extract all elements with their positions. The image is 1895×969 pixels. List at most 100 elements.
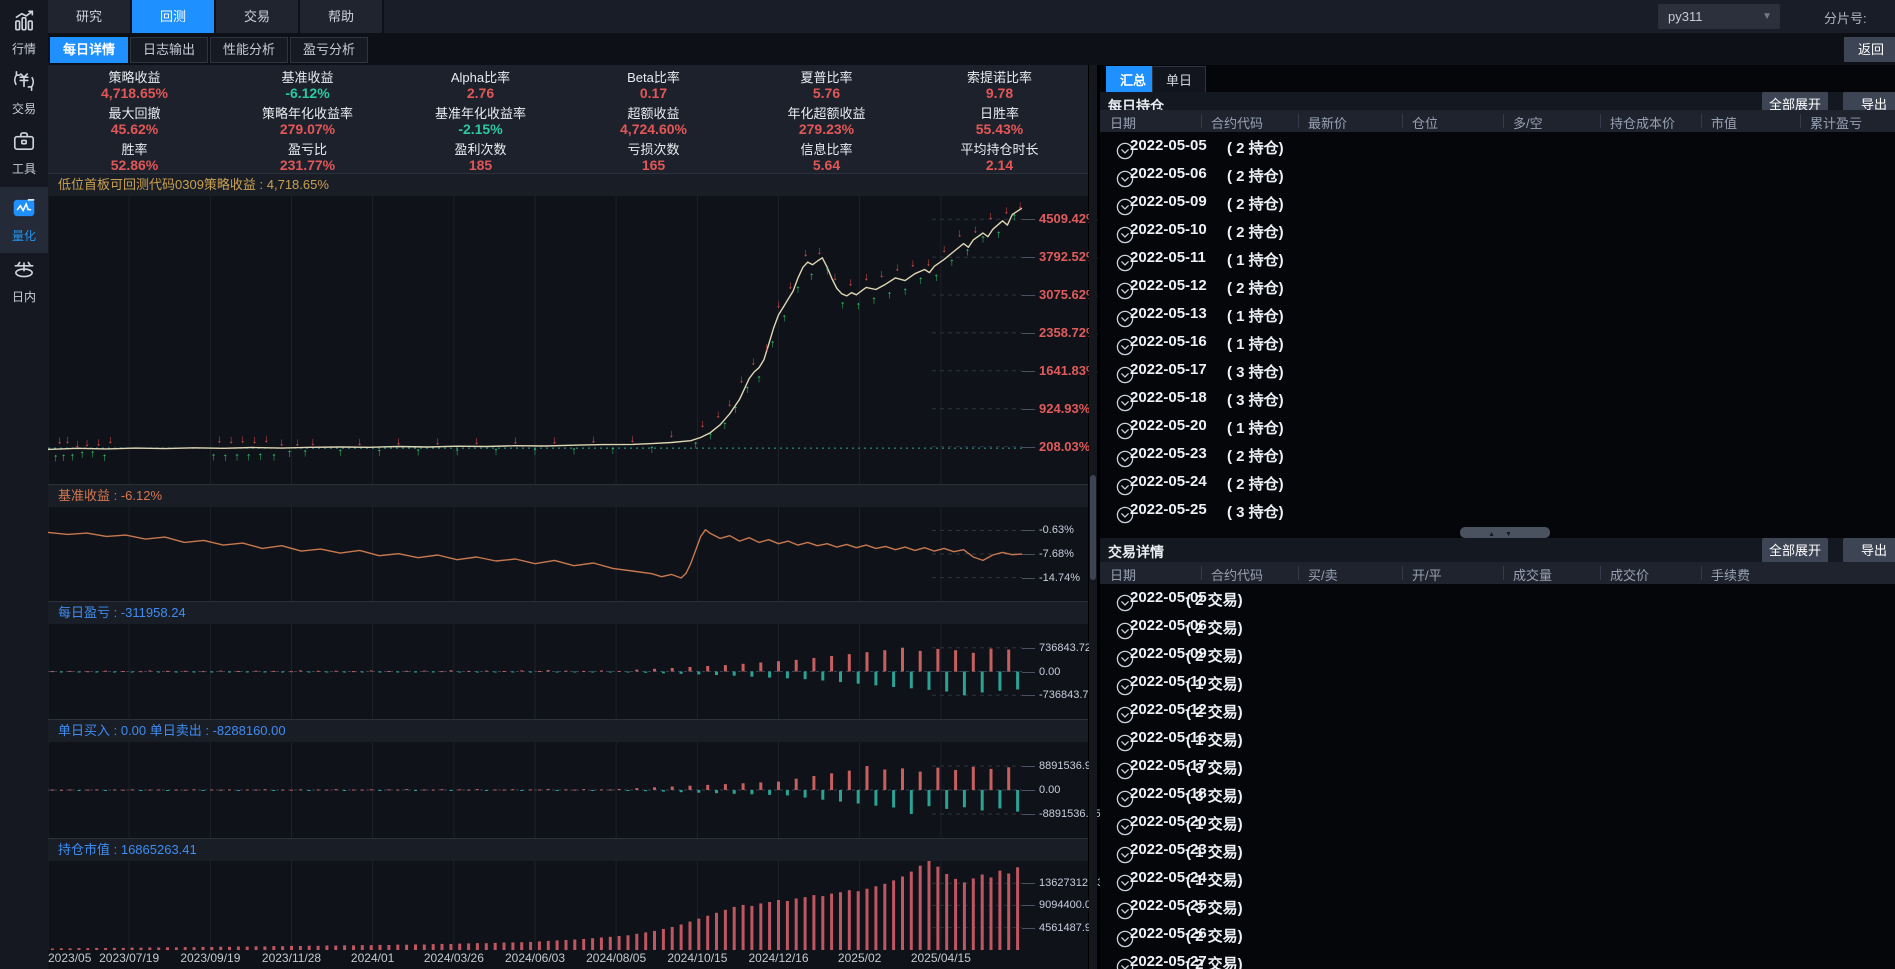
svg-text:↑: ↑ bbox=[234, 451, 240, 463]
sidebar-item-工具[interactable]: 工具 bbox=[0, 128, 48, 177]
holding-row[interactable]: 2022-05-05( 2 持仓) bbox=[1100, 132, 1895, 160]
svg-text:↑: ↑ bbox=[965, 246, 971, 258]
tables-splitter[interactable]: ▲▼ bbox=[1460, 527, 1550, 538]
row-date: 2022-05-16 bbox=[1130, 333, 1207, 350]
svg-text:↓: ↓ bbox=[879, 268, 885, 280]
svg-text:↑: ↑ bbox=[302, 447, 308, 459]
column-header-手续费: 手续费 bbox=[1711, 565, 1750, 584]
menu-item-交易[interactable]: 交易 bbox=[216, 0, 300, 33]
holding-row[interactable]: 2022-05-10( 2 持仓) bbox=[1100, 216, 1895, 244]
trade-row[interactable]: 2022-05-09( 2 交易) bbox=[1100, 640, 1895, 668]
trade-row[interactable]: 2022-05-23( 1 交易) bbox=[1100, 836, 1895, 864]
svg-text:↑: ↑ bbox=[211, 451, 217, 463]
row-count: ( 1 交易) bbox=[1186, 813, 1243, 834]
holding-row[interactable]: 2022-05-06( 2 持仓) bbox=[1100, 160, 1895, 188]
row-count: ( 2 持仓) bbox=[1227, 137, 1284, 158]
svg-text:↓: ↓ bbox=[750, 356, 756, 368]
trade-row[interactable]: 2022-05-18( 3 交易) bbox=[1100, 780, 1895, 808]
trade-row[interactable]: 2022-05-20( 1 交易) bbox=[1100, 808, 1895, 836]
trade-row[interactable]: 2022-05-27( 2 交易) bbox=[1100, 948, 1895, 969]
x-axis-label: 2023/09/19 bbox=[180, 951, 240, 965]
chart-plot-position-value[interactable] bbox=[48, 861, 1022, 950]
trade-row[interactable]: 2022-05-17( 3 交易) bbox=[1100, 752, 1895, 780]
stat-夏普比率: 夏普比率5.76 bbox=[740, 70, 913, 102]
sidebar-item-label: 量化 bbox=[0, 227, 48, 244]
stat-策略收益: 策略收益4,718.65% bbox=[48, 70, 221, 102]
column-header-合约代码: 合约代码 bbox=[1211, 113, 1263, 132]
tab-盈亏分析[interactable]: 盈亏分析 bbox=[290, 37, 368, 63]
holding-row[interactable]: 2022-05-25( 3 持仓) bbox=[1100, 496, 1895, 524]
y-tick-mark bbox=[1022, 219, 1035, 220]
shard-label: 分片号: bbox=[1824, 8, 1867, 27]
trade-row[interactable]: 2022-05-10( 1 交易) bbox=[1100, 668, 1895, 696]
chart-plot-daily-pnl[interactable] bbox=[48, 624, 1022, 719]
sidebar-item-日内[interactable]: 日内 bbox=[0, 256, 48, 305]
chart-plot-benchmark-return[interactable] bbox=[48, 507, 1022, 601]
svg-text:↑: ↑ bbox=[571, 445, 577, 457]
chart-plot-daily-buy-sell[interactable] bbox=[48, 742, 1022, 838]
trade-row[interactable]: 2022-05-16( 1 交易) bbox=[1100, 724, 1895, 752]
x-axis-label: 2024/01 bbox=[351, 951, 394, 965]
stat-value: 4,718.65% bbox=[48, 85, 221, 102]
svg-text:↑: ↑ bbox=[61, 452, 67, 464]
intraday-icon bbox=[11, 269, 37, 286]
chart-vertical-scrollbar[interactable] bbox=[1089, 65, 1097, 969]
tab-性能分析[interactable]: 性能分析 bbox=[210, 37, 288, 63]
sidebar-item-交易[interactable]: 交易 bbox=[0, 68, 48, 117]
svg-text:↑: ↑ bbox=[856, 300, 862, 312]
quant-icon bbox=[11, 208, 37, 225]
holding-row[interactable]: 2022-05-20( 1 持仓) bbox=[1100, 412, 1895, 440]
x-axis-label: 2024/10/15 bbox=[667, 951, 727, 965]
holding-row[interactable]: 2022-05-18( 3 持仓) bbox=[1100, 384, 1895, 412]
holding-row[interactable]: 2022-05-12( 2 持仓) bbox=[1100, 272, 1895, 300]
trade-row[interactable]: 2022-05-24( 1 交易) bbox=[1100, 864, 1895, 892]
svg-text:↓: ↓ bbox=[474, 435, 480, 447]
holding-row[interactable]: 2022-05-24( 2 持仓) bbox=[1100, 468, 1895, 496]
chart-title-text: 持仓市值 : 16865263.41 bbox=[58, 842, 197, 857]
holding-row[interactable]: 2022-05-17( 3 持仓) bbox=[1100, 356, 1895, 384]
trade-row[interactable]: 2022-05-06( 2 交易) bbox=[1100, 612, 1895, 640]
svg-text:↓: ↓ bbox=[279, 436, 285, 448]
header-separator bbox=[1701, 566, 1702, 580]
back-button[interactable]: 返回 bbox=[1844, 37, 1895, 62]
trades-title: 交易详情 bbox=[1108, 542, 1164, 562]
x-axis-label: 2024/08/05 bbox=[586, 951, 646, 965]
trade-row[interactable]: 2022-05-26( 2 交易) bbox=[1100, 920, 1895, 948]
sidebar-item-量化[interactable]: 量化 bbox=[0, 195, 48, 244]
holding-row[interactable]: 2022-05-09( 2 持仓) bbox=[1100, 188, 1895, 216]
holding-row[interactable]: 2022-05-26( 2 持仓) bbox=[1100, 524, 1895, 526]
tab-日志输出[interactable]: 日志输出 bbox=[130, 37, 208, 63]
trades-export-button[interactable]: 导出 bbox=[1843, 538, 1895, 563]
chart-plot-strategy-return[interactable]: ↑↓↑↓↑↓↑↓↑↓↑↓↑↓↑↓↑↓↑↓↑↓↑↓↑↓↑↓↑↓↑↓↑↓↑↓↑↓↑↓… bbox=[48, 196, 1022, 484]
stat-超额收益: 超额收益4,724.60% bbox=[567, 106, 740, 138]
stat-value: 45.62% bbox=[48, 121, 221, 138]
header-separator bbox=[1800, 114, 1801, 128]
svg-text:↓: ↓ bbox=[240, 433, 246, 445]
svg-text:↓: ↓ bbox=[57, 435, 63, 447]
column-header-买/卖: 买/卖 bbox=[1308, 565, 1338, 584]
trade-row[interactable]: 2022-05-12( 2 交易) bbox=[1100, 696, 1895, 724]
x-axis-label: 2024/03/26 bbox=[424, 951, 484, 965]
menu-item-研究[interactable]: 研究 bbox=[48, 0, 132, 33]
trade-row[interactable]: 2022-05-25( 3 交易) bbox=[1100, 892, 1895, 920]
tab-每日详情[interactable]: 每日详情 bbox=[50, 37, 128, 63]
trades-expand-all-button[interactable]: 全部展开 bbox=[1762, 538, 1828, 563]
python-env-select[interactable]: py311 ▼ bbox=[1658, 4, 1780, 29]
tab-single-day[interactable]: 单日 bbox=[1152, 66, 1206, 93]
scrollbar-handle[interactable] bbox=[1090, 475, 1096, 580]
holding-row[interactable]: 2022-05-23( 2 持仓) bbox=[1100, 440, 1895, 468]
header-separator bbox=[1298, 114, 1299, 128]
menu-item-帮助[interactable]: 帮助 bbox=[300, 0, 384, 33]
row-count: ( 2 交易) bbox=[1186, 617, 1243, 638]
holding-row[interactable]: 2022-05-16( 1 持仓) bbox=[1100, 328, 1895, 356]
svg-text:↑: ↑ bbox=[70, 451, 76, 463]
column-header-合约代码: 合约代码 bbox=[1211, 565, 1263, 584]
header-separator bbox=[1402, 566, 1403, 580]
holding-row[interactable]: 2022-05-11( 1 持仓) bbox=[1100, 244, 1895, 272]
trade-row[interactable]: 2022-05-05( 2 交易) bbox=[1100, 584, 1895, 612]
menu-item-回测[interactable]: 回测 bbox=[132, 0, 216, 33]
y-axis-label: -7.68% bbox=[1039, 548, 1074, 560]
holding-row[interactable]: 2022-05-13( 1 持仓) bbox=[1100, 300, 1895, 328]
sidebar-item-行情[interactable]: 行情 bbox=[0, 8, 48, 57]
stat-label: 信息比率 bbox=[740, 142, 913, 157]
